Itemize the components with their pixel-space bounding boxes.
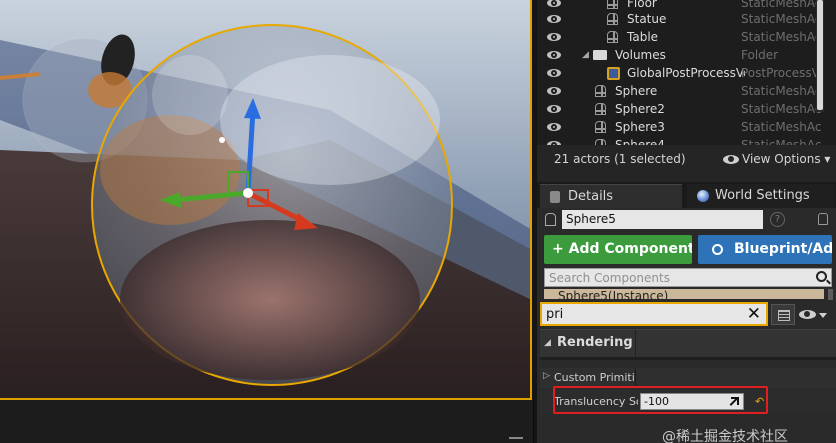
level-viewport[interactable] [0, 0, 532, 400]
outliner-row[interactable]: Sphere4 StaticMeshAc [537, 136, 822, 145]
clear-icon[interactable]: ✕ [747, 304, 761, 324]
right-panel: Floor StaticMeshAc Statue StaticMeshAc T… [537, 0, 836, 443]
viewport-status-strip [0, 400, 534, 443]
outliner-item-type: StaticMeshAc [741, 102, 822, 116]
tab-details[interactable]: Details [540, 184, 682, 208]
search-icon[interactable] [816, 271, 827, 282]
mesh-icon [595, 103, 606, 115]
category-rendering[interactable]: ◢ Rendering [540, 329, 836, 358]
details-panel: Sphere5 ? + Add Component Blueprint/Ad S… [537, 208, 836, 443]
component-tree-item[interactable]: Sphere5(Instance) [544, 289, 824, 299]
tab-world-settings-label: World Settings [715, 188, 810, 203]
scrollbar-thumb[interactable] [817, 0, 823, 110]
visibility-eye-icon[interactable] [547, 141, 561, 145]
outliner-item-type: Folder [741, 48, 779, 62]
outliner-item-type: StaticMeshAc [741, 84, 822, 98]
folder-icon [593, 50, 607, 60]
add-component-label: Add Component [568, 241, 692, 257]
mesh-icon [595, 139, 606, 145]
mesh-icon [595, 85, 606, 97]
blueprint-icon [712, 244, 723, 255]
lock-icon[interactable] [818, 213, 828, 225]
property-matrix-icon[interactable] [771, 304, 795, 325]
panel-tabs: Details World Settings [537, 182, 836, 208]
watermark: @稀土掘金技术社区 [662, 429, 788, 443]
outliner-item-name: Sphere [615, 84, 658, 98]
expand-triangle-icon[interactable]: ◢ [544, 338, 551, 348]
category-label: Rendering [557, 335, 633, 350]
collapsed-triangle-icon[interactable]: ▷ [543, 371, 550, 381]
details-icon [550, 191, 560, 203]
visibility-eye-icon[interactable] [547, 15, 561, 23]
blueprint-button[interactable]: Blueprint/Ad [698, 235, 832, 264]
outliner-item-name: Table [627, 30, 659, 44]
world-outliner: Floor StaticMeshAc Statue StaticMeshAc T… [537, 0, 836, 145]
visibility-eye-icon[interactable] [547, 0, 561, 7]
property-filter-field[interactable]: ✕ [540, 302, 768, 326]
expand-triangle-icon[interactable]: ◢ [582, 46, 589, 64]
chevron-down-icon [819, 313, 827, 318]
add-component-button[interactable]: + Add Component [544, 235, 692, 264]
component-tree: Sphere5(Instance) [544, 289, 824, 301]
property-label: Custom Primitive [554, 371, 636, 384]
mesh-icon [607, 31, 618, 43]
outliner-item-type: StaticMeshAc [741, 120, 822, 134]
visibility-eye-icon[interactable] [547, 69, 561, 77]
category-separator [540, 357, 836, 360]
mesh-icon [607, 0, 618, 9]
outliner-item-type: StaticMeshAc [741, 12, 822, 26]
component-tree-scrollbar[interactable] [828, 289, 833, 300]
eye-icon [799, 310, 816, 319]
resize-grip-icon[interactable] [509, 437, 523, 441]
view-options-button[interactable]: View Options ▾ [723, 152, 830, 166]
visibility-eye-icon[interactable] [547, 123, 561, 131]
property-filter-input[interactable] [542, 304, 737, 324]
column-divider [635, 368, 636, 388]
highlight-annotation-box [553, 386, 768, 414]
outliner-item-type: StaticMeshAc [741, 30, 822, 44]
outliner-item-name: Sphere3 [615, 120, 665, 134]
property-custom-primitive[interactable]: ▷ Custom Primitive [540, 368, 836, 388]
outliner-row[interactable]: Table StaticMeshAc [537, 28, 822, 46]
tab-world-settings[interactable]: World Settings [687, 184, 835, 208]
tab-details-label: Details [568, 189, 614, 204]
outliner-row[interactable]: Statue StaticMeshAc [537, 10, 822, 28]
plus-icon: + [552, 241, 564, 257]
viewport-scene [0, 0, 530, 398]
search-components-input[interactable] [545, 269, 805, 286]
chevron-down-icon: ▾ [824, 152, 831, 166]
outliner-item-name: Sphere2 [615, 102, 665, 116]
outliner-row[interactable]: Sphere3 StaticMeshAc [537, 118, 822, 136]
actor-name-field[interactable]: Sphere5 [562, 210, 763, 229]
visibility-eye-icon[interactable] [547, 87, 561, 95]
outliner-item-name: Volumes [615, 48, 666, 62]
outliner-item-type: PostProcessV [741, 66, 820, 80]
mesh-icon [607, 13, 618, 25]
search-components-field[interactable] [544, 268, 832, 287]
outliner-item-name: Statue [627, 12, 667, 26]
eye-icon [723, 155, 739, 164]
outliner-scrollbar[interactable] [816, 0, 824, 112]
globe-icon [697, 190, 709, 202]
outliner-row[interactable]: Sphere StaticMeshAc [537, 82, 822, 100]
outliner-row[interactable]: ◢ Volumes Folder [537, 46, 822, 64]
help-icon[interactable]: ? [770, 212, 785, 227]
post-process-volume-icon [607, 67, 620, 80]
visibility-eye-icon[interactable] [547, 51, 561, 59]
outliner-item-name: Sphere4 [615, 138, 665, 145]
outliner-item-name: GlobalPostProcessVo [627, 66, 745, 80]
visibility-eye-icon[interactable] [547, 105, 561, 113]
view-options-label: View Options [742, 152, 821, 166]
actor-count-label: 21 actors (1 selected) [554, 152, 686, 166]
visibility-options-button[interactable] [799, 308, 829, 322]
outliner-row[interactable]: GlobalPostProcessVo PostProcessV [537, 64, 822, 82]
mesh-icon [595, 121, 606, 133]
blueprint-label: Blueprint/Ad [734, 241, 832, 257]
outliner-item-type: StaticMeshAc [741, 138, 822, 145]
visibility-eye-icon[interactable] [547, 33, 561, 41]
outliner-row[interactable]: Sphere2 StaticMeshAc [537, 100, 822, 118]
actor-mesh-icon [545, 213, 556, 226]
column-divider [635, 330, 636, 358]
